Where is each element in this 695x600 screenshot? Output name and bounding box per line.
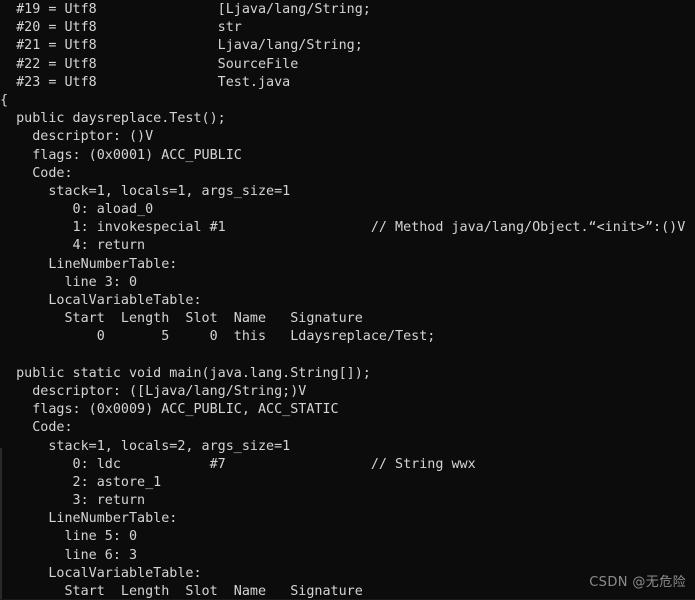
console-line: Code: (0, 420, 73, 436)
console-line: stack=1, locals=1, args_size=1 (0, 183, 291, 199)
console-line: Code: (0, 165, 73, 181)
console-line: flags: (0x0009) ACC_PUBLIC, ACC_STATIC (0, 402, 339, 418)
console-line: Start Length Slot Name Signature (0, 584, 363, 599)
console-line: descriptor: ()V (0, 129, 154, 145)
console-line: public static void main(java.lang.String… (0, 365, 371, 381)
console-line: flags: (0x0001) ACC_PUBLIC (0, 147, 242, 163)
console-line: 1: invokespecial #1 // Method java/lang/… (0, 220, 686, 236)
console-line: #19 = Utf8 [Ljava/lang/String; (0, 2, 371, 17)
console-line: #21 = Utf8 Ljava/lang/String; (0, 38, 363, 54)
console-line: #23 = Utf8 Test.java (0, 74, 291, 90)
console-line: 0: aload_0 (0, 202, 154, 218)
terminal-window[interactable]: #19 = Utf8 [Ljava/lang/String; #20 = Utf… (0, 0, 695, 600)
console-line: stack=1, locals=2, args_size=1 (0, 438, 291, 454)
console-line: LocalVariableTable: (0, 565, 202, 581)
console-line: { (0, 92, 9, 108)
console-line: 3: return (0, 493, 146, 509)
console-line: 4: return (0, 238, 146, 254)
console-line: 0: ldc #7 // String wwx (0, 456, 476, 472)
console-line: line 3: 0 (0, 274, 138, 290)
console-line: #22 = Utf8 SourceFile (0, 56, 299, 72)
console-line: line 5: 0 (0, 529, 138, 545)
console-line: 2: astore_1 (0, 474, 162, 490)
console-line: line 6: 3 (0, 547, 138, 563)
console-line: LineNumberTable: (0, 511, 178, 527)
console-line: #20 = Utf8 str (0, 20, 242, 36)
console-line: LineNumberTable: (0, 256, 178, 272)
console-line: descriptor: ([Ljava/lang/String;)V (0, 383, 307, 399)
console-line: 0 5 0 this Ldaysreplace/Test; (0, 329, 436, 345)
console-output[interactable]: #19 = Utf8 [Ljava/lang/String; #20 = Utf… (0, 0, 695, 600)
console-line: Start Length Slot Name Signature (0, 311, 363, 327)
console-line: public daysreplace.Test(); (0, 111, 226, 127)
console-line: LocalVariableTable: (0, 293, 202, 308)
